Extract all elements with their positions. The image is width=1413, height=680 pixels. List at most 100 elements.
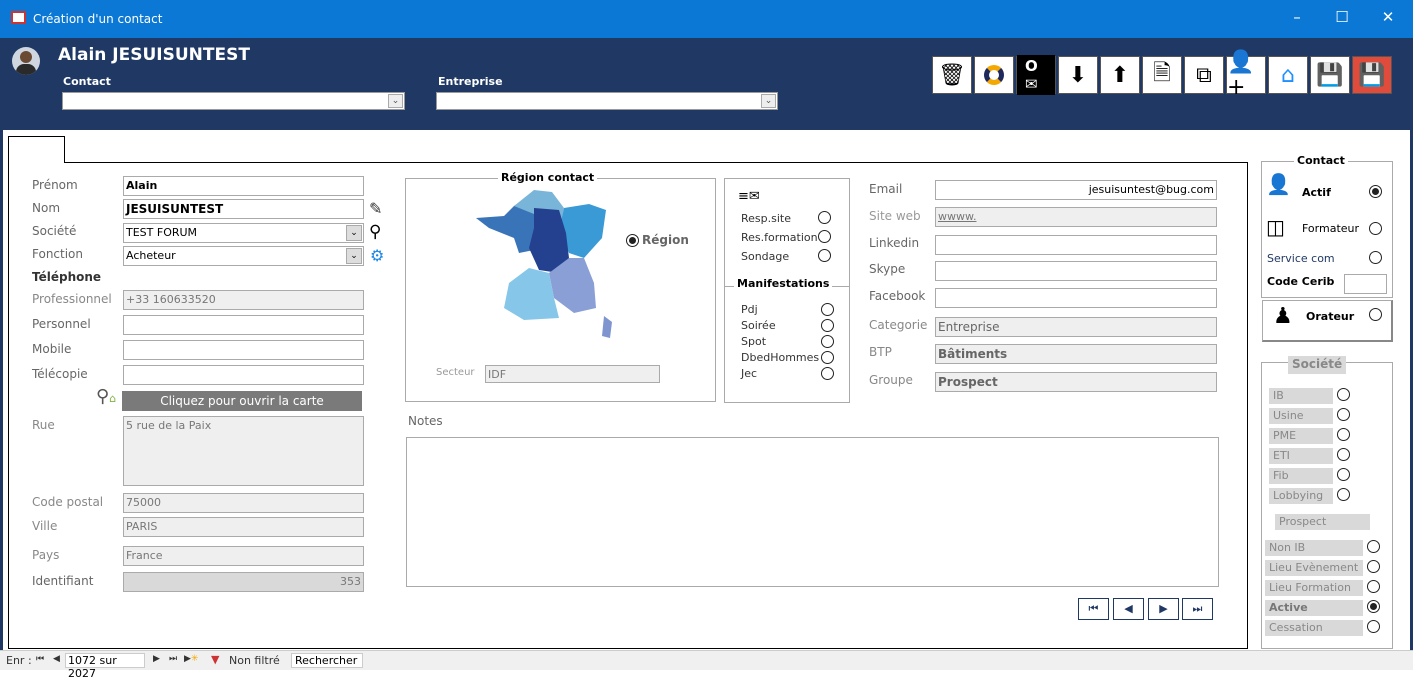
lobbying-radio[interactable] xyxy=(1337,488,1350,501)
add-user-button[interactable]: 👤+ xyxy=(1226,50,1266,100)
identifiant-field: 353 xyxy=(123,572,364,592)
jec-radio[interactable] xyxy=(821,367,834,380)
code-cerib-field[interactable] xyxy=(1344,274,1387,294)
home-button[interactable]: ⌂ xyxy=(1268,56,1308,94)
spot-radio[interactable] xyxy=(821,335,834,348)
last-record-nav[interactable]: ⏭ xyxy=(169,654,177,664)
record-position-field[interactable]: 1072 sur 2027 xyxy=(65,653,145,680)
new-record-nav[interactable]: ▶✳ xyxy=(184,654,198,664)
save-button[interactable]: 💾 xyxy=(1310,56,1350,94)
next-record-button[interactable]: ▶ xyxy=(1148,598,1179,620)
prev-record-button[interactable]: ◀ xyxy=(1113,598,1144,620)
search-field[interactable]: Rechercher xyxy=(291,653,363,668)
skype-field[interactable] xyxy=(935,261,1217,281)
save-close-button[interactable]: 💾 xyxy=(1352,56,1392,94)
new-document-button[interactable]: 🗎 xyxy=(1142,56,1182,94)
minimize-button[interactable]: – xyxy=(1282,8,1312,30)
map-pin-icon[interactable]: ⚲ xyxy=(369,222,381,242)
spot-label: Spot xyxy=(741,335,767,348)
res-formation-radio[interactable] xyxy=(818,230,831,243)
soiree-radio[interactable] xyxy=(821,319,834,332)
usine-label: Usine xyxy=(1269,408,1333,424)
last-record-button[interactable]: ⏭ xyxy=(1182,598,1213,620)
btp-field[interactable]: Bâtiments xyxy=(935,344,1217,364)
refresh-button[interactable] xyxy=(974,56,1014,94)
actif-radio[interactable] xyxy=(1369,185,1382,198)
ville-field[interactable]: PARIS xyxy=(123,517,364,537)
professionnel-field[interactable]: +33 160633520 xyxy=(123,290,364,310)
download-button[interactable]: ⬇ xyxy=(1058,56,1098,94)
dbedhommes-radio[interactable] xyxy=(821,351,834,364)
outlook-button[interactable]: O✉ xyxy=(1016,55,1056,95)
sondage-radio[interactable] xyxy=(818,249,831,262)
copy-button[interactable]: ⧉ xyxy=(1184,56,1224,94)
delete-button[interactable]: 🗑 xyxy=(932,56,972,94)
pdj-radio[interactable] xyxy=(821,303,834,316)
resp-site-radio[interactable] xyxy=(818,211,831,224)
fib-radio[interactable] xyxy=(1337,468,1350,481)
rue-label: Rue xyxy=(32,418,55,432)
secteur-field[interactable]: IDF xyxy=(485,365,660,383)
personnel-field[interactable] xyxy=(123,315,364,335)
lieu-evenement-radio[interactable] xyxy=(1367,560,1380,573)
email-label: Email xyxy=(869,182,903,196)
ib-radio[interactable] xyxy=(1337,388,1350,401)
orateur-radio[interactable] xyxy=(1369,308,1382,321)
filter-off-icon: ▼ xyxy=(211,653,220,666)
edit-icon[interactable]: ✎ xyxy=(369,199,382,218)
site-field[interactable]: wwww. xyxy=(935,207,1217,227)
jec-label: Jec xyxy=(741,367,758,380)
window-title: Création d'un contact xyxy=(33,12,163,26)
cessation-radio[interactable] xyxy=(1367,620,1380,633)
upload-button[interactable]: ⬆ xyxy=(1100,56,1140,94)
notes-field[interactable] xyxy=(406,437,1219,587)
formateur-label: Formateur xyxy=(1302,222,1360,235)
france-map[interactable] xyxy=(474,188,614,338)
eti-radio[interactable] xyxy=(1337,448,1350,461)
dbedhommes-label: DbedHommes xyxy=(741,351,820,364)
chevron-down-icon: ⌄ xyxy=(346,225,362,241)
service-com-radio[interactable] xyxy=(1369,251,1382,264)
maximize-button[interactable]: ☐ xyxy=(1327,8,1357,30)
fonction-select[interactable]: Acheteur ⌄ xyxy=(123,246,364,266)
tab-main[interactable] xyxy=(8,136,65,163)
non-ib-radio[interactable] xyxy=(1367,540,1380,553)
linkedin-field[interactable] xyxy=(935,235,1217,255)
copy-icon: ⧉ xyxy=(1196,62,1212,88)
record-label: Enr : xyxy=(6,654,32,667)
cp-field[interactable]: 75000 xyxy=(123,493,364,513)
next-record-nav[interactable]: ▶ xyxy=(153,654,160,664)
usine-radio[interactable] xyxy=(1337,408,1350,421)
entreprise-select[interactable]: ⌄ xyxy=(436,92,778,110)
categorie-field[interactable]: Entreprise xyxy=(935,317,1217,337)
telecopie-field[interactable] xyxy=(123,365,364,385)
prenom-field[interactable]: Alain xyxy=(123,176,364,196)
outlook-icon: O✉ xyxy=(1017,55,1055,95)
groupe-field[interactable]: Prospect xyxy=(935,372,1217,392)
open-map-button[interactable]: Cliquez pour ouvrir la carte xyxy=(122,391,362,411)
lieu-evenement-label: Lieu Evènement xyxy=(1265,560,1363,576)
gear-icon[interactable]: ⚙ xyxy=(370,246,384,265)
email-field[interactable]: jesuisuntest@bug.com xyxy=(935,180,1217,200)
rue-field[interactable]: 5 rue de la Paix xyxy=(123,416,364,486)
pays-field[interactable]: France xyxy=(123,546,364,566)
mailing-icon: ≡✉ xyxy=(738,189,760,204)
filter-status[interactable]: Non filtré xyxy=(229,654,280,667)
societe-select[interactable]: TEST FORUM ⌄ xyxy=(123,223,364,243)
close-button[interactable]: ✕ xyxy=(1373,8,1403,30)
prev-record-nav[interactable]: ◀ xyxy=(53,654,60,664)
nom-field[interactable]: JESUISUNTEST xyxy=(123,199,364,219)
mobile-field[interactable] xyxy=(123,340,364,360)
formateur-radio[interactable] xyxy=(1369,222,1382,235)
lieu-formation-radio[interactable] xyxy=(1367,580,1380,593)
active-radio[interactable] xyxy=(1367,600,1380,613)
region-radio[interactable] xyxy=(626,234,639,247)
pays-label: Pays xyxy=(32,548,60,562)
facebook-field[interactable] xyxy=(935,288,1217,308)
first-record-button[interactable]: ⏮ xyxy=(1078,598,1109,620)
trainer-icon: ◫ xyxy=(1266,215,1285,239)
first-record-nav[interactable]: ⏮ xyxy=(36,654,44,664)
pme-radio[interactable] xyxy=(1337,428,1350,441)
contact-select[interactable]: ⌄ xyxy=(62,92,405,110)
fib-label: Fib xyxy=(1269,468,1333,484)
